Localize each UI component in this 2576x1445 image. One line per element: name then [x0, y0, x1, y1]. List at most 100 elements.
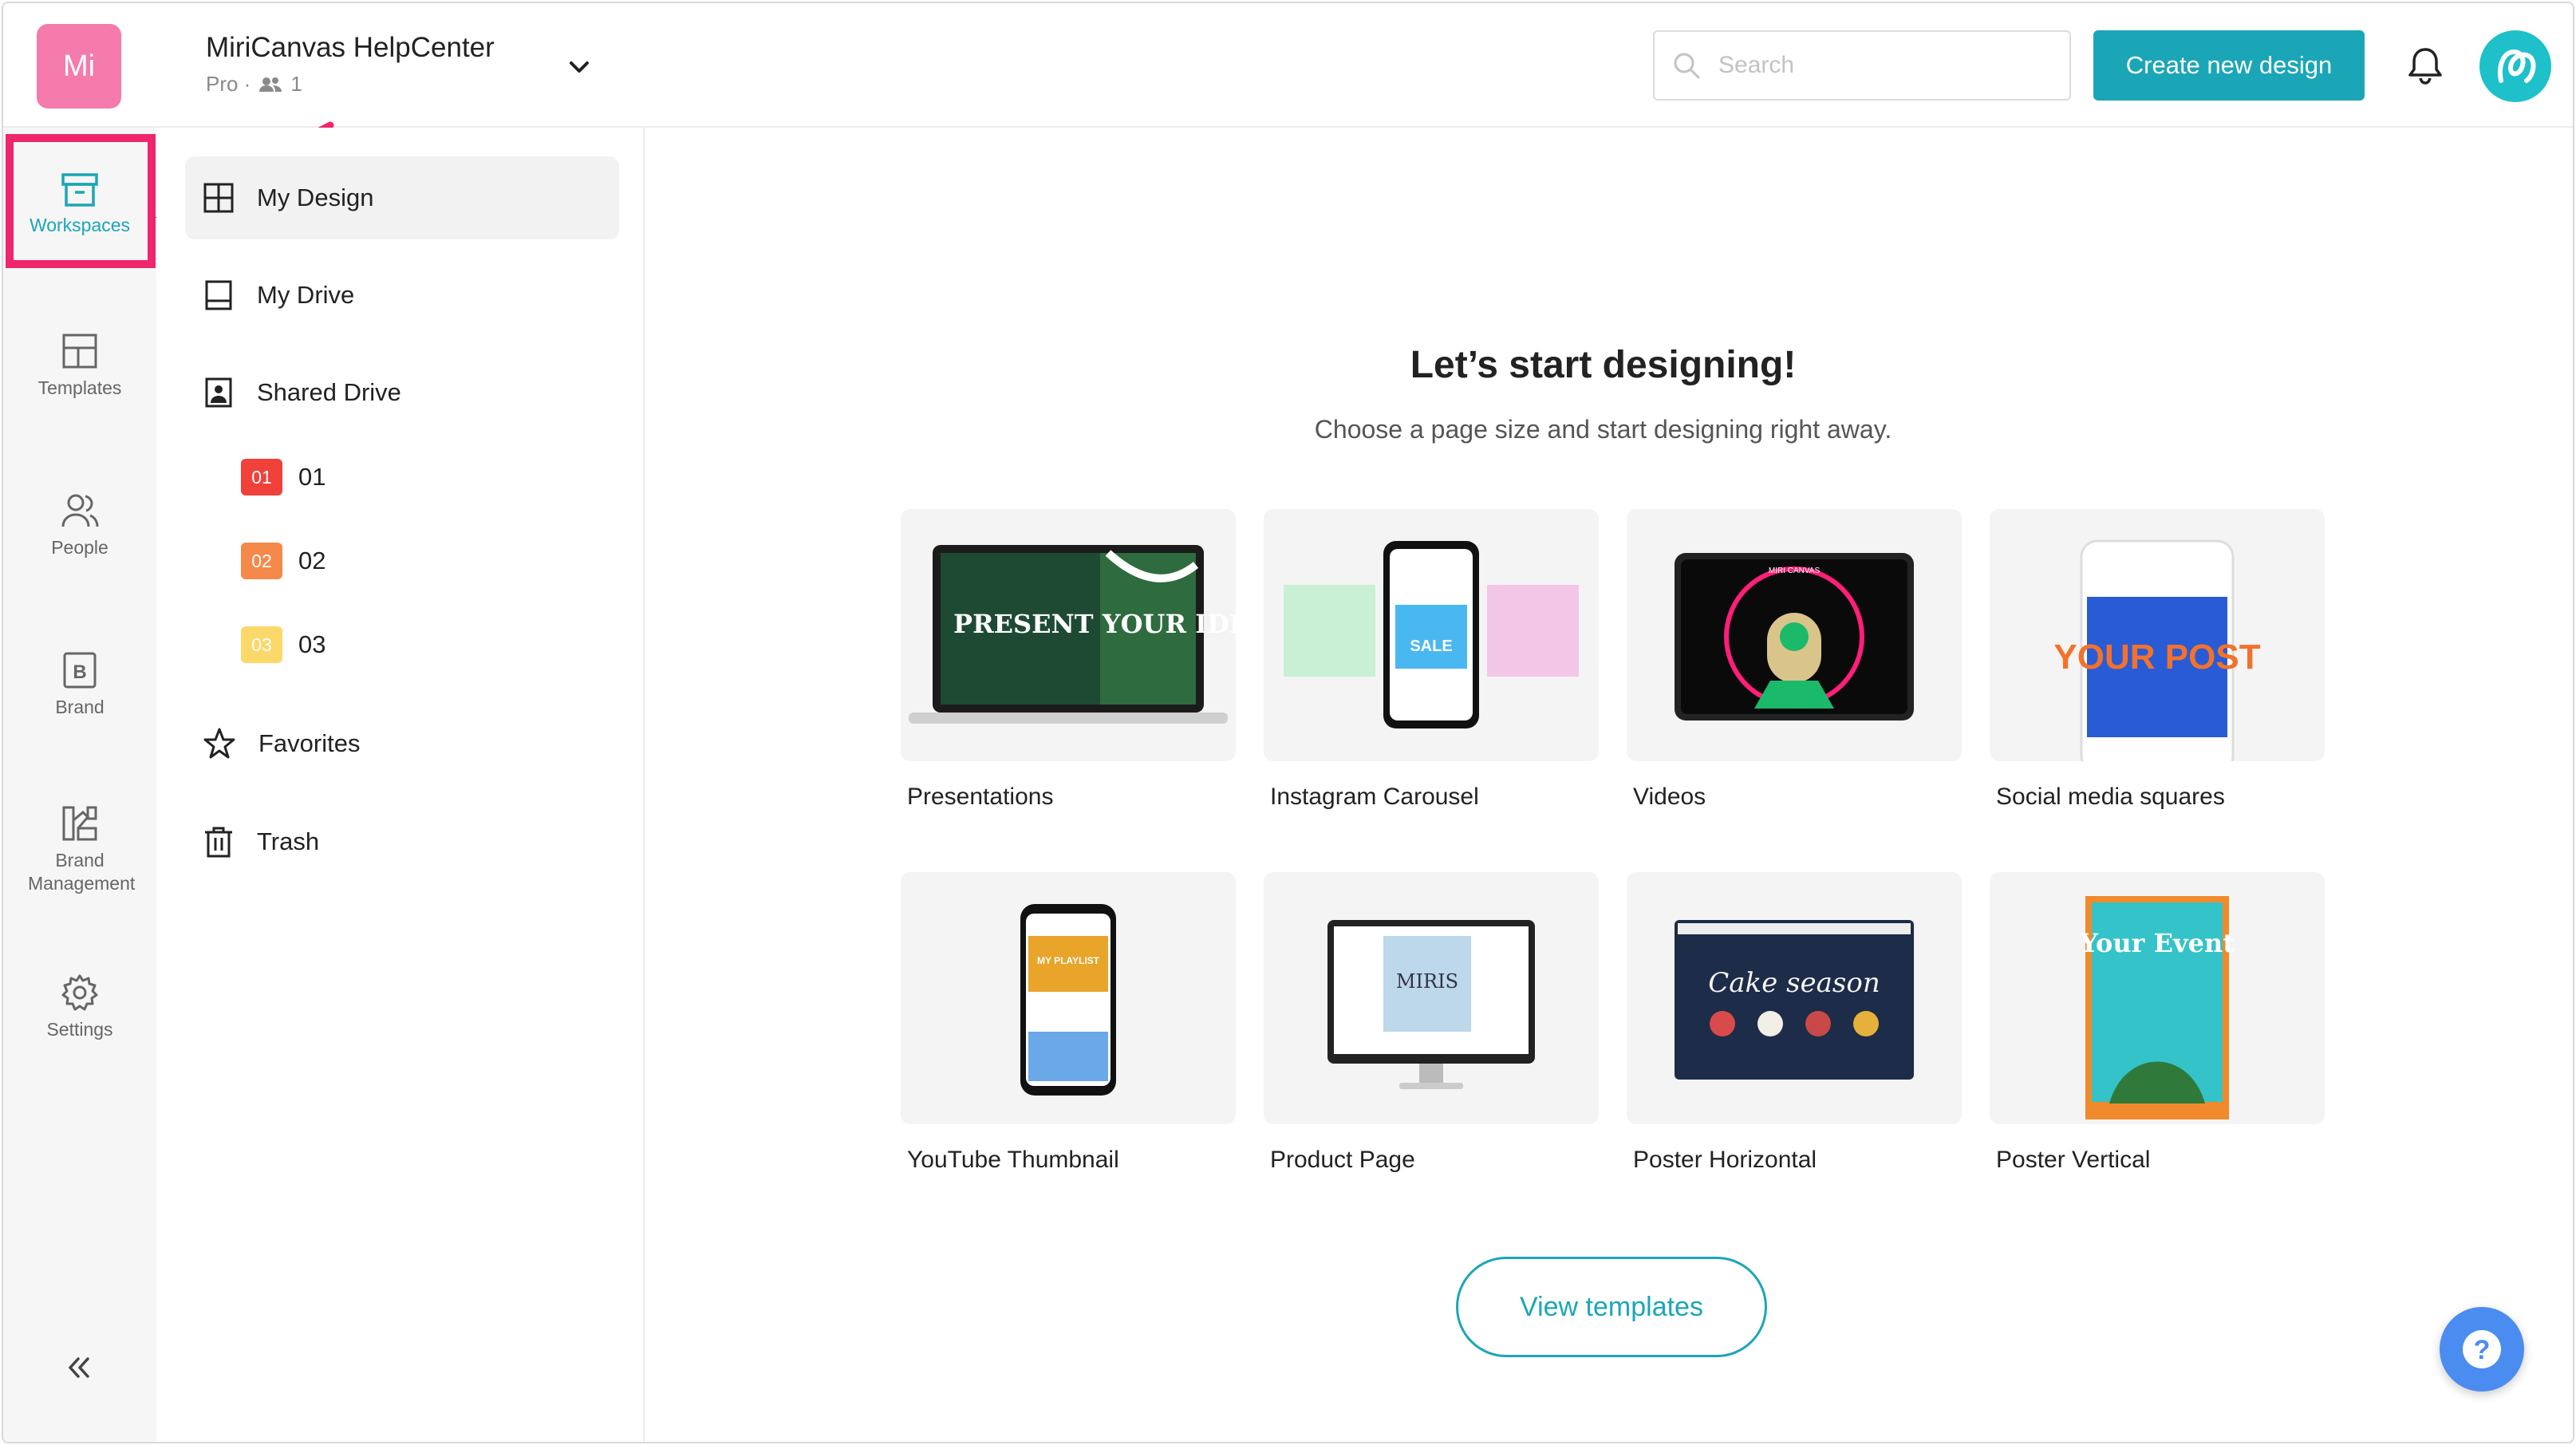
thumb-text: YOUR POST: [2053, 638, 2260, 677]
search-icon: [1674, 53, 1700, 79]
members-icon: [259, 77, 282, 92]
main-content: Let’s start designing! Choose a page siz…: [645, 128, 2573, 1442]
svg-text:?: ?: [2474, 1335, 2491, 1365]
rail-label-people: People: [51, 537, 108, 558]
thumb-text: Your Event: [2079, 928, 2235, 958]
card-label: Videos: [1633, 784, 1706, 810]
brand-b-icon: B: [63, 652, 97, 689]
rail-label-settings: Settings: [46, 1019, 113, 1040]
sidebar-item-shared-drive[interactable]: Shared Drive: [185, 351, 619, 434]
vertical-poster-image: Your Event: [2079, 896, 2235, 1119]
plan-label: Pro ·: [206, 72, 251, 96]
user-avatar[interactable]: [2479, 30, 2551, 102]
thumb-text: MIRIS: [1396, 970, 1458, 993]
sidebar-label-favorites: Favorites: [258, 729, 361, 757]
rail-item-people[interactable]: People: [3, 492, 156, 559]
layout-icon: [62, 334, 97, 369]
card-thumbnail: MIRIS: [1264, 872, 1599, 1124]
folder-label: 01: [298, 463, 326, 491]
rail-label-templates: Templates: [37, 377, 122, 398]
card-label: Poster Horizontal: [1633, 1147, 1817, 1173]
collapse-icon[interactable]: [59, 1348, 99, 1388]
social-post-image: YOUR POST: [2053, 539, 2261, 761]
design-card-social-media-squares[interactable]: YOUR POST Social media squares: [1990, 509, 2325, 811]
sidebar-label-trash: Trash: [257, 827, 320, 855]
thumb-text: SALE: [1410, 638, 1452, 655]
design-card-presentations[interactable]: PRESENT YOUR IDEAS Presentations: [901, 509, 1236, 811]
chevron-down-icon[interactable]: [563, 51, 595, 83]
card-thumbnail: Your Event: [1990, 872, 2325, 1124]
top-bar: Mi MiriCanvas HelpCenter Pro · 1 Create …: [3, 3, 2573, 128]
people-icon: [61, 494, 99, 527]
star-icon: [203, 728, 235, 759]
video-tablet-image: MIRI CANVAS: [1675, 553, 1914, 721]
card-thumbnail: YOUR POST: [1990, 509, 2325, 761]
left-rail: Workspaces Templates People B Brand Bran…: [3, 128, 156, 1442]
rail-item-brand-management[interactable]: Brand Management: [3, 804, 156, 895]
shared-folder-01[interactable]: 01 01: [241, 459, 325, 495]
gear-icon: [61, 974, 98, 1011]
card-thumbnail: MY PLAYLIST: [901, 872, 1236, 1124]
card-thumbnail: Cake season: [1627, 872, 1962, 1124]
shared-folder-02[interactable]: 02 02: [241, 543, 325, 579]
folder-label: 03: [298, 630, 326, 658]
page-subtitle: Choose a page size and start designing r…: [1314, 415, 1892, 444]
workspace-logo[interactable]: Mi: [37, 24, 121, 109]
sidebar-item-my-design[interactable]: My Design: [185, 156, 619, 239]
bell-icon[interactable]: [2403, 43, 2448, 88]
horizontal-poster-image: Cake season: [1675, 920, 1914, 1080]
card-label: Product Page: [1270, 1147, 1415, 1173]
rail-label-brand-management: Brand Management: [28, 850, 136, 894]
youtube-phone-image: MY PLAYLIST: [1020, 904, 1116, 1096]
page-title: Let’s start designing!: [1410, 344, 1797, 386]
workspace-meta: Pro · 1: [206, 72, 302, 97]
card-label: Social media squares: [1996, 784, 2225, 810]
card-thumbnail: SALE: [1264, 509, 1599, 761]
search-box[interactable]: [1653, 30, 2071, 101]
card-label: Instagram Carousel: [1270, 784, 1479, 810]
card-thumbnail: PRESENT YOUR IDEAS: [901, 509, 1236, 761]
avatar-logo-icon: [2498, 49, 2536, 83]
shared-drive-icon: [205, 377, 232, 408]
card-label: Poster Vertical: [1996, 1147, 2151, 1173]
folder-badge: 03: [241, 626, 282, 663]
folder-badge: 02: [241, 543, 282, 579]
design-card-videos[interactable]: MIRI CANVAS Videos: [1627, 509, 1962, 811]
thumb-text: MIRI CANVAS: [1769, 567, 1821, 575]
thumb-text: Cake season: [1708, 967, 1880, 999]
sidebar-item-favorites[interactable]: Favorites: [185, 702, 619, 785]
design-card-product-page[interactable]: MIRIS Product Page: [1264, 872, 1599, 1174]
sidebar-label-my-design: My Design: [257, 184, 374, 211]
view-templates-button[interactable]: View templates: [1456, 1257, 1767, 1357]
sidebar-label-shared-drive: Shared Drive: [257, 378, 401, 406]
rail-item-settings[interactable]: Settings: [3, 973, 156, 1041]
shared-folder-03[interactable]: 03 03: [241, 626, 325, 663]
rail-item-brand[interactable]: B Brand: [3, 651, 156, 719]
brand-management-icon: [62, 806, 97, 841]
sidebar-item-trash[interactable]: Trash: [185, 800, 619, 883]
rail-label-brand: Brand: [55, 697, 105, 717]
thumb-text: PRESENT YOUR IDEAS: [953, 609, 1236, 639]
drive-icon: [205, 280, 232, 310]
card-label: Presentations: [907, 784, 1054, 810]
create-new-design-button[interactable]: Create new design: [2093, 30, 2365, 101]
product-monitor-image: MIRIS: [1327, 920, 1535, 1089]
rail-item-templates[interactable]: Templates: [3, 332, 156, 400]
design-card-instagram-carousel[interactable]: SALE Instagram Carousel: [1264, 509, 1599, 811]
card-thumbnail: MIRI CANVAS: [1627, 509, 1962, 761]
grid-icon: [203, 183, 234, 213]
design-card-poster-horizontal[interactable]: Cake season Poster Horizontal: [1627, 872, 1962, 1174]
design-card-poster-vertical[interactable]: Your Event Poster Vertical: [1990, 872, 2325, 1174]
workspace-sidebar: My Design My Drive Shared Drive 01 01 02…: [156, 128, 645, 1442]
help-button[interactable]: ?: [2440, 1307, 2524, 1392]
thumb-text: MY PLAYLIST: [1037, 955, 1100, 966]
design-card-youtube-thumbnail[interactable]: MY PLAYLIST YouTube Thumbnail: [901, 872, 1236, 1174]
trash-icon: [205, 827, 232, 858]
folder-label: 02: [298, 547, 326, 574]
laptop-presentation-image: PRESENT YOUR IDEAS: [909, 545, 1236, 724]
workspace-name[interactable]: MiriCanvas HelpCenter: [206, 32, 495, 64]
instagram-carousel-image: SALE: [1284, 541, 1579, 728]
search-input[interactable]: [1718, 52, 2038, 79]
folder-badge: 01: [241, 459, 282, 495]
sidebar-item-my-drive[interactable]: My Drive: [185, 254, 619, 337]
